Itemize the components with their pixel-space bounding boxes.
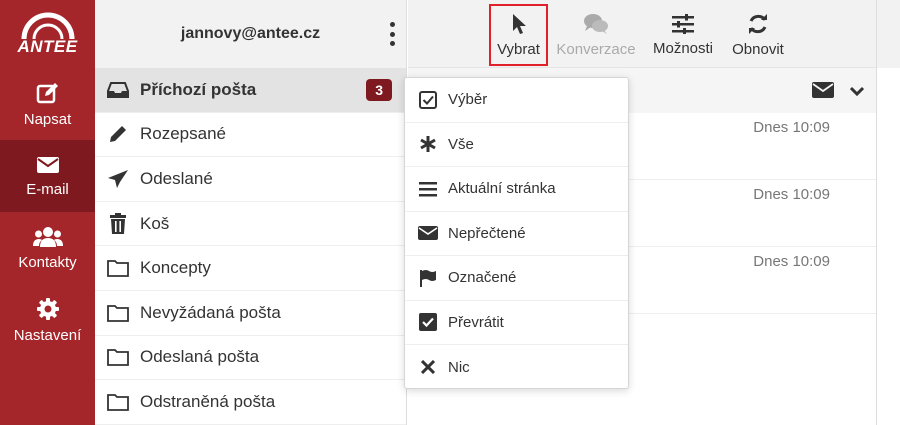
trash-icon (107, 212, 129, 235)
rail-item-label: E-mail (26, 180, 69, 198)
folder-junk[interactable]: Nevyžádaná pošta (95, 291, 406, 336)
message-time: Dnes 10:09 (753, 119, 830, 136)
rail-item-compose[interactable]: Napsat (0, 68, 95, 140)
menu-item-unread[interactable]: Nepřečtené (405, 212, 628, 256)
rail-item-contacts[interactable]: Kontakty (0, 212, 95, 284)
comments-icon (584, 13, 608, 34)
paper-plane-icon (107, 168, 129, 190)
envelope-icon (36, 156, 59, 173)
envelope-icon (418, 223, 438, 243)
conversation-button-label: Konverzace (556, 40, 636, 58)
envelope-icon[interactable] (812, 81, 834, 104)
folder-label: Nevyžádaná pošta (140, 302, 281, 322)
folder-sent-mail[interactable]: Odeslaná pošta (95, 336, 406, 381)
refresh-button-label: Obnovit (732, 40, 784, 58)
menu-item-invert[interactable]: Převrátit (405, 301, 628, 345)
checkbox-outline-icon (418, 90, 438, 110)
options-button[interactable]: Možnosti (649, 4, 717, 66)
app-rail: ANTEE Napsat E-mail Kontakty Nastavení (0, 0, 95, 425)
bars-icon (418, 179, 438, 199)
rail-item-email[interactable]: E-mail (0, 140, 95, 212)
menu-item-current-page[interactable]: Aktuální stránka (405, 167, 628, 212)
refresh-button[interactable]: Obnovit (727, 4, 789, 66)
menu-item-label: Označené (448, 269, 517, 287)
toolbar: Vybrat Konverzace Možnosti Obnovit (408, 0, 876, 68)
inbox-icon (107, 79, 129, 101)
folder-icon (107, 391, 129, 413)
unread-count-badge: 3 (366, 79, 392, 101)
folder-deleted-mail[interactable]: Odstraněná pošta (95, 380, 406, 425)
menu-item-label: Převrátit (448, 313, 504, 331)
close-icon (418, 357, 438, 377)
message-time: Dnes 10:09 (753, 253, 830, 270)
logo-text: ANTEE (17, 37, 78, 56)
menu-item-label: Vše (448, 135, 474, 153)
select-button[interactable]: Vybrat (489, 4, 548, 66)
chevron-down-icon[interactable] (849, 83, 865, 101)
folder-label: Příchozí pošta (140, 79, 257, 99)
folder-pane: jannovy@antee.cz Příchozí pošta 3 Rozeps… (95, 0, 407, 425)
folder-trash[interactable]: Koš (95, 202, 406, 247)
account-email: jannovy@antee.cz (180, 25, 321, 42)
sliders-icon (672, 13, 694, 34)
rail-item-settings[interactable]: Nastavení (0, 284, 95, 356)
compose-icon (36, 82, 58, 103)
menu-item-selection[interactable]: Výběr (405, 78, 628, 123)
conversation-button[interactable]: Konverzace (552, 4, 640, 66)
cursor-icon (512, 13, 526, 34)
folder-concepts[interactable]: Koncepty (95, 246, 406, 291)
asterisk-icon (418, 134, 438, 154)
gear-icon (36, 297, 59, 320)
folder-inbox[interactable]: Příchozí pošta 3 (95, 68, 406, 113)
account-header: jannovy@antee.cz (95, 0, 406, 68)
menu-item-flagged[interactable]: Označené (405, 256, 628, 301)
flag-icon (418, 268, 438, 288)
folder-label: Odeslané (140, 168, 213, 188)
message-time: Dnes 10:09 (753, 186, 830, 203)
folder-drafts-in-progress[interactable]: Rozepsané (95, 113, 406, 158)
select-button-label: Vybrat (497, 40, 540, 58)
select-dropdown-menu: Výběr Vše Aktuální stránka Nepřečtené Oz… (404, 77, 629, 389)
menu-item-none[interactable]: Nic (405, 345, 628, 390)
menu-item-label: Nepřečtené (448, 224, 526, 242)
options-button-label: Možnosti (652, 39, 714, 57)
refresh-icon (749, 13, 767, 34)
folder-label: Koš (140, 213, 170, 233)
checkbox-checked-icon (418, 312, 438, 332)
rail-item-label: Nastavení (13, 326, 82, 344)
users-icon (32, 226, 63, 247)
antee-logo[interactable]: ANTEE (0, 0, 95, 68)
rail-item-label: Kontakty (18, 253, 77, 271)
account-menu-button[interactable] (388, 22, 396, 46)
folder-icon (107, 346, 129, 368)
menu-item-label: Výběr (448, 91, 488, 109)
folder-label: Odeslaná pošta (140, 347, 260, 367)
rail-item-label: Napsat (23, 110, 72, 128)
folder-label: Odstraněná pošta (140, 391, 276, 411)
folder-sent[interactable]: Odeslané (95, 157, 406, 202)
folder-icon (107, 302, 129, 324)
folder-label: Koncepty (140, 258, 211, 278)
folder-icon (107, 257, 129, 279)
folder-label: Rozepsané (140, 124, 227, 144)
menu-item-label: Nic (448, 358, 470, 376)
menu-item-all[interactable]: Vše (405, 123, 628, 167)
menu-item-label: Aktuální stránka (448, 180, 556, 198)
right-pane-edge (876, 0, 900, 425)
pencil-icon (107, 123, 129, 145)
